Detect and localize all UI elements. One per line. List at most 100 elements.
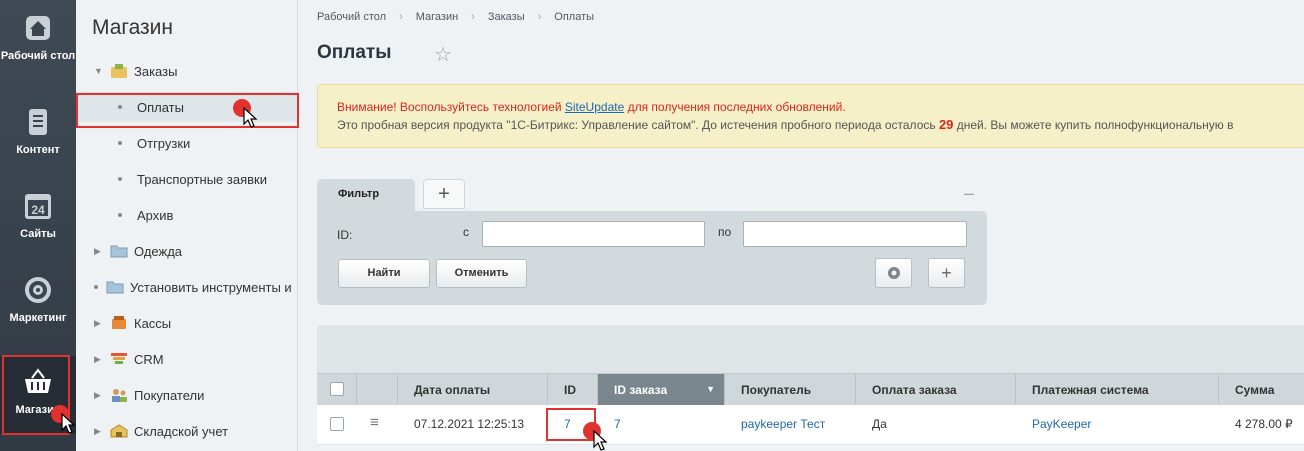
chevron-right-icon: › [399,11,403,23]
breadcrumb-orders[interactable]: Заказы [488,11,525,23]
menu-item-crm[interactable]: ▶ CRM [76,344,297,374]
buyer-login-link[interactable]: paykeeper [741,417,797,431]
nav-sites[interactable]: 24 Сайты [0,190,76,241]
cell-order-id: 7 [598,405,725,445]
add-field-button[interactable]: + [928,258,965,288]
nav-content-label: Контент [16,144,60,156]
trial-alert: Внимание! Воспользуйтесь технологией Sit… [317,84,1304,148]
find-button[interactable]: Найти [338,259,430,288]
expand-arrow-icon[interactable]: ▶ [94,390,104,401]
menu-item-customers[interactable]: ▶ Покупатели [76,380,297,410]
alert-prefix: Внимание! Воспользуйтесь технологией [337,100,565,114]
cursor-icon [583,422,608,451]
bullet-icon [118,141,122,145]
crm-icon [111,353,127,364]
menu-title: Магазин [92,16,174,39]
col-order-id-label: ID заказа [614,383,668,397]
target-icon [25,277,51,303]
gear-icon [887,267,900,279]
alert-suffix: для получения последних обновлений. [624,100,846,114]
id-to-input[interactable] [743,221,967,247]
menu-item-label: Архив [137,207,174,223]
col-date[interactable]: Дата оплаты [398,374,548,406]
tab-filter[interactable]: Фильтр [317,179,415,211]
chevron-right-icon: › [537,11,542,23]
order-id-link[interactable]: 7 [614,417,621,431]
alert-line2-start: Это пробная версия продукта "1С-Битрикс:… [337,118,939,132]
expand-arrow-icon[interactable]: ▶ [94,318,104,329]
calendar-icon: 24 [25,194,51,219]
filter-panel: ID: с по Найти Отменить + [317,211,987,305]
col-buyer[interactable]: Покупатель [725,374,856,406]
section-menu: Магазин ▼ Заказы Оплаты Отгрузки Транспо… [76,0,298,451]
home-icon [26,16,50,40]
folder-icon [106,281,124,294]
main-content: Рабочий стол › Магазин › Заказы › Оплаты… [298,0,1304,451]
nav-marketing[interactable]: Маркетинг [0,274,76,325]
col-id[interactable]: ID [548,374,598,406]
actions-column [357,374,398,406]
menu-item-warehouse[interactable]: ▶ Складской учет [76,416,297,446]
bullet-icon [118,213,122,217]
breadcrumb: Рабочий стол › Магазин › Заказы › Оплаты [317,11,594,23]
menu-item-cashboxes[interactable]: ▶ Кассы [76,308,297,338]
menu-item-label: Транспортные заявки [137,171,267,187]
cell-buyer: paykeeper Тест [725,405,856,445]
nav-desktop[interactable]: Рабочий стол [0,12,76,63]
add-filter-tab-button[interactable]: + [423,179,465,209]
expand-arrow-icon[interactable]: ▶ [94,246,104,257]
menu-item-archive[interactable]: Архив [76,200,297,230]
pay-system-link[interactable]: PayKeeper [1032,417,1091,431]
col-pay-system[interactable]: Платежная система [1016,374,1219,406]
users-icon [112,389,127,402]
warehouse-icon [110,424,128,438]
trial-days: 29 [938,117,954,132]
menu-item-label: Одежда [134,243,183,259]
menu-item-clothes[interactable]: ▶ Одежда [76,236,297,266]
menu-item-label: Установить инструменты и [130,279,292,295]
nav-sites-label: Сайты [20,228,56,240]
menu-item-transport[interactable]: Транспортные заявки [76,164,297,194]
row-checkbox[interactable] [330,417,344,431]
nav-content[interactable]: Контент [0,106,76,157]
menu-item-orders[interactable]: ▼ Заказы [76,56,297,86]
select-all-checkbox[interactable] [330,382,344,396]
cell-paid: Да [872,417,887,431]
bullet-icon [94,285,98,289]
to-label: по [718,225,732,239]
siteupdate-link[interactable]: SiteUpdate [565,100,624,114]
table-row[interactable]: ≡ 07.12.2021 12:25:13 7 7 paykeeper Тест… [317,405,1304,445]
id-label: ID: [337,228,353,242]
row-menu-cell: ≡ [357,405,398,445]
col-sum[interactable]: Сумма [1219,374,1304,406]
collapse-filter-button[interactable]: – [964,183,974,204]
grid-header: Дата оплаты ID ID заказа ▼ Покупатель Опл… [317,373,1304,406]
menu-item-label: Кассы [134,315,172,331]
cell-pay-system: PayKeeper [1016,405,1219,445]
expand-arrow-icon[interactable]: ▼ [94,66,104,76]
select-all-column [317,374,357,406]
col-paid[interactable]: Оплата заказа [856,374,1016,406]
orders-icon [111,64,127,78]
alert-line-1: Внимание! Воспользуйтесь технологией Sit… [337,98,1304,116]
id-from-input[interactable] [482,221,705,247]
menu-item-label: CRM [134,351,164,367]
expand-arrow-icon[interactable]: ▶ [94,354,104,365]
cursor-icon [233,99,258,128]
breadcrumb-desktop[interactable]: Рабочий стол [317,11,386,23]
col-order-id[interactable]: ID заказа ▼ [598,374,725,406]
buyer-name[interactable]: Тест [797,417,825,431]
menu-item-install-tools[interactable]: Установить инструменты и [76,272,297,302]
from-label: с [463,225,469,239]
chevron-right-icon: › [471,11,475,23]
breadcrumb-shop[interactable]: Магазин [416,11,458,23]
settings-button[interactable] [875,258,912,288]
hamburger-icon[interactable]: ≡ [370,414,379,431]
alert-line-2: Это пробная версия продукта "1С-Битрикс:… [337,116,1304,134]
alert-line2-end: дней. Вы можете купить полнофункциональн… [953,118,1234,132]
cancel-button[interactable]: Отменить [436,259,527,288]
star-icon[interactable]: ☆ [434,42,452,67]
menu-item-shipments[interactable]: Отгрузки [76,128,297,158]
expand-arrow-icon[interactable]: ▶ [94,426,104,437]
menu-item-label: Отгрузки [137,135,191,151]
